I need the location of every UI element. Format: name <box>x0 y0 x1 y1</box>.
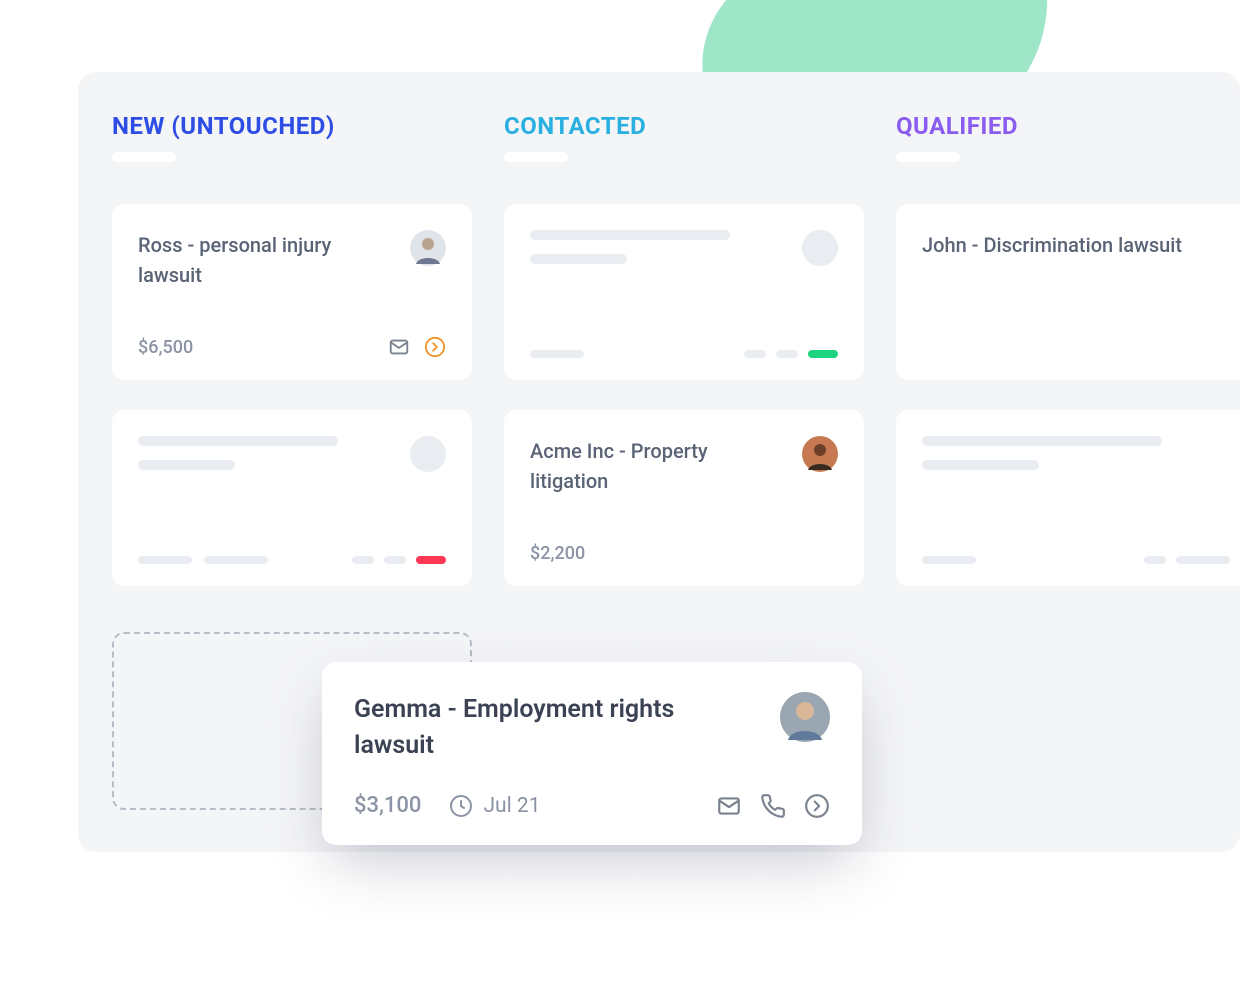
column-new-underbar <box>112 152 176 162</box>
skeleton-pill <box>384 556 406 564</box>
column-new-header: NEW (UNTOUCHED) <box>112 112 472 140</box>
avatar <box>410 230 446 266</box>
skeleton-pill <box>776 350 798 358</box>
card-john[interactable]: John - Discrimination lawsuit <box>896 204 1240 380</box>
avatar <box>780 692 830 742</box>
skeleton-pill <box>138 556 192 564</box>
status-pill-green <box>808 350 838 358</box>
card-placeholder[interactable] <box>504 204 864 380</box>
chevron-circle-right-icon[interactable] <box>804 793 830 819</box>
card-date: Jul 21 <box>449 794 540 818</box>
skeleton-line <box>138 460 235 470</box>
skeleton-pill <box>352 556 374 564</box>
skeleton-pill <box>1176 556 1230 564</box>
skeleton-pill <box>1144 556 1166 564</box>
skeleton-line <box>530 254 627 264</box>
columns-row: NEW (UNTOUCHED) Ross - personal injury l… <box>112 112 1240 616</box>
column-qualified: QUALIFIED John - Discrimination lawsuit <box>896 112 1240 616</box>
card-acme[interactable]: Acme Inc - Property litigation $2,200 <box>504 410 864 586</box>
card-title: Acme Inc - Property litigation <box>530 436 786 496</box>
card-placeholder[interactable] <box>112 410 472 586</box>
skeleton-avatar <box>410 436 446 472</box>
card-ross[interactable]: Ross - personal injury lawsuit $6,500 <box>112 204 472 380</box>
skeleton-pill <box>744 350 766 358</box>
card-title: Gemma - Employment rights lawsuit <box>354 692 760 765</box>
mail-icon[interactable] <box>716 793 742 819</box>
column-new: NEW (UNTOUCHED) Ross - personal injury l… <box>112 112 472 616</box>
skeleton-line <box>530 230 730 240</box>
chevron-circle-right-icon[interactable] <box>424 336 446 358</box>
card-amount: $3,100 <box>354 793 421 818</box>
card-title: John - Discrimination lawsuit <box>922 230 1182 260</box>
skeleton-pill <box>204 556 268 564</box>
skeleton-line <box>922 460 1039 470</box>
column-contacted-underbar <box>504 152 568 162</box>
drag-card-gemma[interactable]: Gemma - Employment rights lawsuit $3,100… <box>322 662 862 845</box>
card-date-text: Jul 21 <box>483 794 540 818</box>
skeleton-avatar <box>802 230 838 266</box>
column-qualified-header: QUALIFIED <box>896 112 1240 140</box>
card-amount: $2,200 <box>530 543 585 564</box>
card-placeholder[interactable] <box>896 410 1240 586</box>
skeleton-pill <box>530 350 584 358</box>
column-contacted: CONTACTED <box>504 112 864 616</box>
mail-icon[interactable] <box>388 336 410 358</box>
skeleton-line <box>922 436 1162 446</box>
skeleton-pill <box>922 556 976 564</box>
card-title: Ross - personal injury lawsuit <box>138 230 394 290</box>
column-contacted-header: CONTACTED <box>504 112 864 140</box>
phone-icon[interactable] <box>760 793 786 819</box>
card-amount: $6,500 <box>138 337 193 358</box>
skeleton-line <box>138 436 338 446</box>
column-qualified-underbar <box>896 152 960 162</box>
clock-icon <box>449 794 473 818</box>
avatar <box>802 436 838 472</box>
status-pill-red <box>416 556 446 564</box>
